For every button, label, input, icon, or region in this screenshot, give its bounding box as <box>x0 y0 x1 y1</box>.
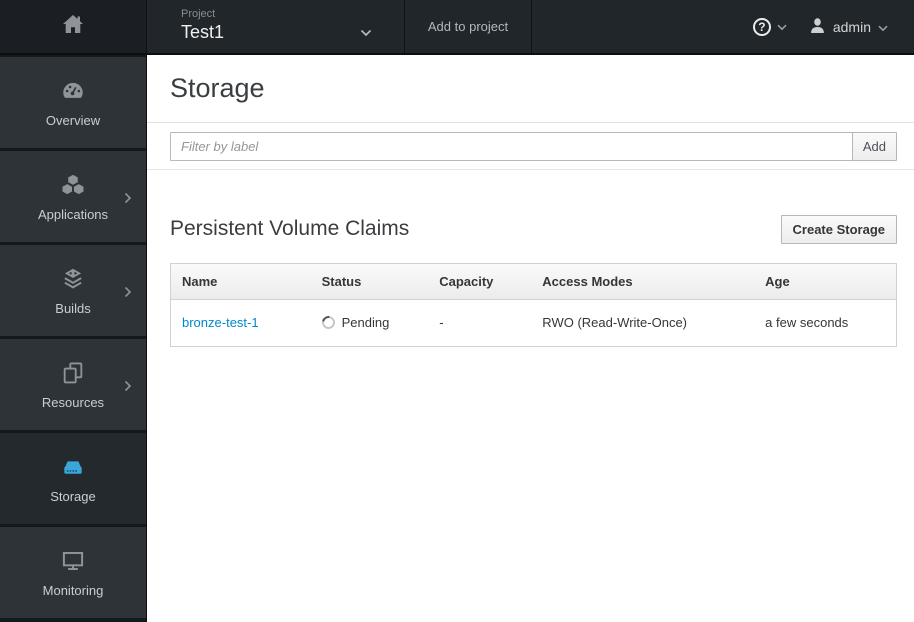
sidebar-item-label: Builds <box>55 300 91 316</box>
sidebar-item-label: Resources <box>41 394 105 410</box>
column-header-name: Name <box>182 274 218 289</box>
sidebar-item-monitoring[interactable]: Monitoring <box>0 527 146 618</box>
pvc-table: Name Status Capacity Access Modes Age br… <box>170 263 897 347</box>
sidebar-item-label: Storage <box>50 488 96 504</box>
cell-capacity: - <box>439 315 444 330</box>
filter-bar: Add <box>147 123 914 170</box>
cubes-icon <box>60 172 86 198</box>
chevron-right-icon <box>124 379 132 397</box>
status-text: Pending <box>341 315 390 330</box>
cell-age: a few seconds <box>765 315 849 330</box>
cell-access-modes: RWO (Read-Write-Once) <box>542 315 688 330</box>
cell-name: bronze-test-1 <box>171 300 311 347</box>
chevron-down-icon <box>777 18 787 36</box>
chevron-down-icon <box>878 19 888 35</box>
filter-by-label-input[interactable] <box>170 132 853 161</box>
sidebar-item-label: Overview <box>45 112 101 128</box>
sidebar-item-overview[interactable]: Overview <box>0 57 146 148</box>
pvc-section-header: Persistent Volume Claims Create Storage <box>170 214 897 244</box>
pvc-name-link[interactable]: bronze-test-1 <box>182 315 259 330</box>
spinner-icon <box>319 313 338 332</box>
help-icon: ? <box>752 17 771 36</box>
add-to-project-button[interactable]: Add to project <box>405 0 532 53</box>
column-header-capacity: Capacity <box>439 274 494 289</box>
home-button[interactable] <box>0 0 147 53</box>
sidebar-item-builds[interactable]: Builds <box>0 245 146 336</box>
username: admin <box>832 18 871 35</box>
page-title: Storage <box>170 73 265 103</box>
monitor-icon <box>60 548 86 574</box>
project-selector-label: Project <box>181 8 216 20</box>
user-icon <box>809 17 826 37</box>
main-content: Storage Add Persistent Volume Claims Cre… <box>147 55 914 622</box>
sidebar-item-label: Monitoring <box>42 582 104 598</box>
page-header: Storage <box>147 55 914 123</box>
filter-input-group: Add <box>170 132 897 161</box>
sidebar: Overview Applications Builds Resources S… <box>0 55 147 622</box>
sidebar-item-resources[interactable]: Resources <box>0 339 146 430</box>
pvc-heading: Persistent Volume Claims <box>170 217 410 240</box>
column-header-age: Age <box>765 274 790 289</box>
storage-drive-icon <box>60 454 86 480</box>
chevron-down-icon <box>360 24 372 42</box>
copy-icon <box>60 360 86 386</box>
chevron-right-icon <box>124 285 132 303</box>
user-menu[interactable]: admin <box>809 0 914 53</box>
sidebar-item-storage[interactable]: Storage <box>0 433 146 524</box>
column-header-access-modes: Access Modes <box>542 274 633 289</box>
column-header-status: Status <box>321 274 362 289</box>
home-icon <box>61 13 85 40</box>
cell-status: Pending <box>311 300 429 347</box>
add-filter-button[interactable]: Add <box>851 132 897 161</box>
builds-icon <box>60 266 86 292</box>
create-storage-button[interactable]: Create Storage <box>780 214 897 244</box>
project-selector[interactable]: Project Test1 <box>147 0 405 53</box>
pvc-section: Persistent Volume Claims Create Storage … <box>147 214 914 347</box>
sidebar-item-label: Applications <box>37 206 109 222</box>
table-header-row: Name Status Capacity Access Modes Age <box>170 263 897 300</box>
dashboard-icon <box>60 78 86 104</box>
chevron-right-icon <box>124 191 132 209</box>
help-menu[interactable]: ? <box>752 0 787 53</box>
sidebar-item-applications[interactable]: Applications <box>0 151 146 242</box>
table-row: bronze-test-1 Pending - RWO (Read-Write-… <box>171 300 897 347</box>
topbar: Project Test1 Add to project ? admin <box>0 0 914 55</box>
